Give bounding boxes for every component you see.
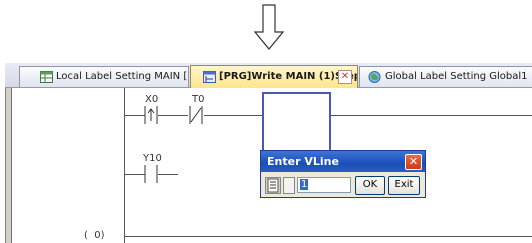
rising-edge-contact-icon[interactable]	[142, 106, 160, 124]
tab-global-label-setting[interactable]: Global Label Setting Global1	[359, 66, 532, 87]
label-table-icon	[40, 71, 53, 83]
vline-count-input[interactable]: 1	[297, 177, 351, 193]
global-label-icon	[368, 71, 381, 83]
down-arrow-icon	[254, 4, 284, 50]
exit-button[interactable]: Exit	[388, 176, 420, 195]
tab-label: Global Label Setting Global1	[385, 71, 528, 82]
device-label-x0: X0	[145, 94, 159, 105]
enter-vline-dialog: Enter VLine ✕ 1 OK Exit	[260, 150, 426, 198]
rung-wire	[204, 115, 264, 116]
rung-wire	[329, 115, 532, 116]
vline-glyph-icon	[267, 178, 279, 193]
rung-wire	[125, 236, 532, 237]
tab-label: Local Label Setting MAIN [PRG]	[56, 71, 188, 82]
vline-tool-icon[interactable]	[283, 177, 295, 194]
close-icon[interactable]: ✕	[405, 154, 422, 170]
ladder-program-icon	[203, 71, 216, 83]
close-icon[interactable]: ✕	[338, 70, 352, 84]
ok-button[interactable]: OK	[355, 176, 385, 195]
dialog-title: Enter VLine	[267, 155, 339, 168]
rung-wire	[158, 115, 188, 116]
dialog-title-bar[interactable]: Enter VLine ✕	[261, 151, 425, 172]
normally-open-contact-icon[interactable]	[142, 165, 160, 183]
device-label-t0: T0	[192, 94, 205, 105]
device-label-y10: Y10	[143, 153, 162, 164]
tab-strip: Local Label Setting MAIN [PRG] [PRG]Writ…	[5, 63, 532, 88]
tab-local-label-setting[interactable]: Local Label Setting MAIN [PRG]	[19, 66, 189, 87]
branch-wire	[158, 174, 178, 175]
vline-icon[interactable]	[265, 177, 281, 194]
tab-write-main[interactable]: [PRG]Write MAIN (1)Step * ✕	[190, 65, 358, 88]
ladder-cursor[interactable]	[262, 92, 331, 152]
normally-closed-contact-icon[interactable]	[187, 106, 205, 124]
step-number: ( 0)	[84, 230, 105, 241]
editor-margin	[6, 88, 12, 243]
left-power-rail	[124, 88, 125, 243]
